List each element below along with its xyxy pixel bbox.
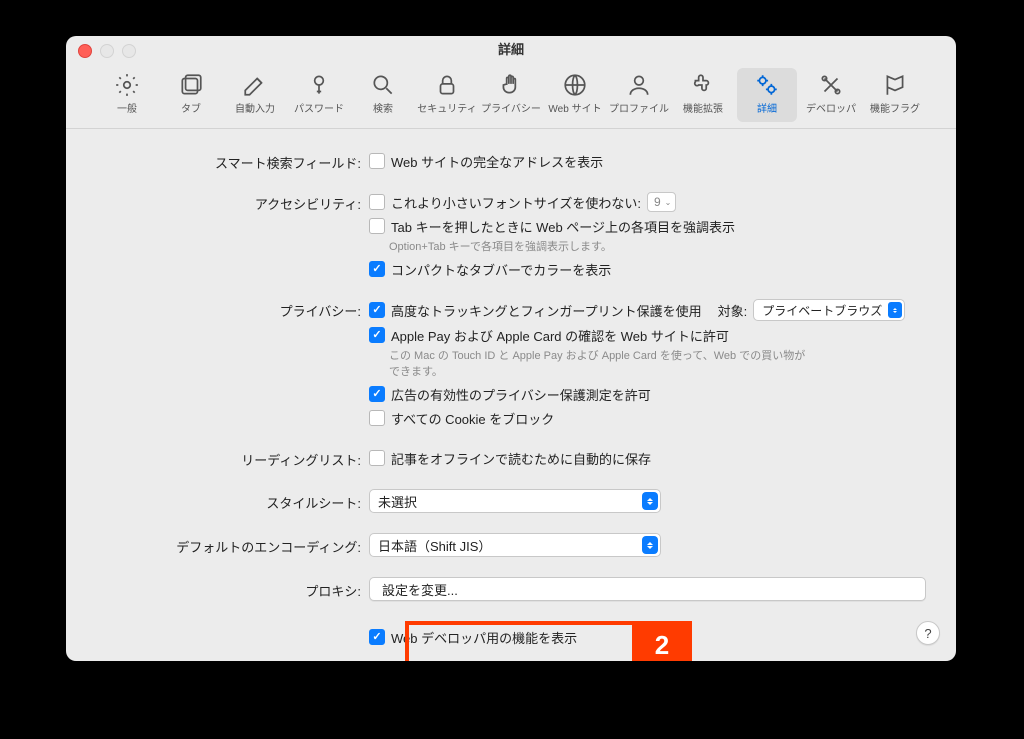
apple-pay-hint: この Mac の Touch ID と Apple Pay および Apple … — [369, 349, 809, 380]
accessibility-label: アクセシビリティ: — [96, 192, 369, 213]
stylesheet-value: 未選択 — [378, 492, 417, 511]
tools-icon — [818, 72, 844, 98]
gear-icon — [114, 72, 140, 98]
person-icon — [626, 72, 652, 98]
globe-icon — [562, 72, 588, 98]
minimize-button[interactable] — [100, 44, 114, 58]
min-font-checkbox[interactable] — [369, 194, 385, 210]
ad-measurement-label: 広告の有効性のプライバシー保護測定を許可 — [391, 385, 651, 404]
stylesheet-select[interactable]: 未選択 — [369, 489, 661, 513]
tracking-scope-value: プライベートブラウズ — [762, 302, 882, 319]
updown-icon — [888, 302, 902, 318]
close-button[interactable] — [78, 44, 92, 58]
tab-label: セキュリティ — [417, 100, 476, 115]
encoding-label: デフォルトのエンコーディング: — [96, 533, 369, 556]
help-button[interactable]: ? — [916, 621, 940, 645]
tab-highlight-checkbox[interactable] — [369, 218, 385, 234]
hand-icon — [498, 72, 524, 98]
ad-measurement-checkbox[interactable] — [369, 386, 385, 402]
tab-label: 検索 — [373, 100, 393, 115]
show-develop-label: Web デベロッパ用の機能を表示 — [391, 628, 577, 647]
change-proxy-button[interactable]: 設定を変更... — [369, 577, 926, 601]
full-address-checkbox[interactable] — [369, 153, 385, 169]
encoding-value: 日本語（Shift JIS） — [378, 536, 491, 555]
key-icon — [306, 72, 332, 98]
tab-highlight-hint: Option+Tab キーで各項目を強調表示します。 — [369, 240, 809, 255]
lock-icon — [434, 72, 460, 98]
tab-label: 機能フラグ — [870, 100, 920, 115]
tab-search[interactable]: 検索 — [353, 68, 413, 122]
privacy-label: プライバシー: — [96, 299, 369, 320]
help-icon: ? — [924, 626, 931, 641]
tab-label: Web サイト — [548, 100, 601, 115]
change-proxy-button-label: 設定を変更... — [382, 580, 458, 599]
show-develop-checkbox[interactable] — [369, 629, 385, 645]
tab-label: タブ — [181, 100, 201, 115]
tab-flags[interactable]: 機能フラグ — [865, 68, 925, 122]
save-offline-label: 記事をオフラインで読むために自動的に保存 — [391, 449, 651, 468]
preferences-toolbar: 一般 タブ 自動入力 パスワード 検索 セキュリティ — [66, 64, 956, 129]
tab-label: 自動入力 — [235, 100, 275, 115]
window-title: 詳細 — [498, 42, 524, 57]
search-icon — [370, 72, 396, 98]
content-area: スマート検索フィールド: Web サイトの完全なアドレスを表示 アクセシビリティ… — [66, 129, 956, 661]
save-offline-checkbox[interactable] — [369, 450, 385, 466]
scope-label: 対象: — [718, 301, 748, 320]
stylesheet-label: スタイルシート: — [96, 489, 369, 512]
gears-icon — [754, 72, 780, 98]
tab-profiles[interactable]: プロファイル — [609, 68, 669, 122]
pencil-icon — [242, 72, 268, 98]
updown-icon — [642, 536, 658, 554]
updown-icon — [642, 492, 658, 510]
smart-search-label: スマート検索フィールド: — [96, 151, 369, 172]
chevron-down-icon: ⌄ — [665, 198, 672, 207]
proxies-label: プロキシ: — [96, 577, 369, 600]
tab-label: パスワード — [294, 100, 344, 115]
tabs-icon — [178, 72, 204, 98]
tab-developer[interactable]: デベロッパ — [801, 68, 861, 122]
tracking-scope-select[interactable]: プライベートブラウズ — [753, 299, 905, 321]
tab-tabs[interactable]: タブ — [161, 68, 221, 122]
flag-icon — [882, 72, 908, 98]
min-font-size-value: 9 — [654, 195, 661, 209]
tracking-protection-checkbox[interactable] — [369, 302, 385, 318]
tab-label: 詳細 — [757, 100, 777, 115]
tab-label: 一般 — [117, 100, 137, 115]
tab-highlight-label: Tab キーを押したときに Web ページ上の各項目を強調表示 — [391, 217, 735, 236]
tab-label: プロファイル — [609, 100, 669, 115]
puzzle-icon — [690, 72, 716, 98]
tab-label: 機能拡張 — [683, 100, 723, 115]
tab-label: プライバシー — [481, 100, 541, 115]
min-font-label: これより小さいフォントサイズを使わない: — [391, 193, 641, 212]
preferences-window: 詳細 一般 タブ 自動入力 パスワード 検索 — [66, 36, 956, 661]
block-cookies-checkbox[interactable] — [369, 410, 385, 426]
apple-pay-label: Apple Pay および Apple Card の確認を Web サイトに許可 — [391, 326, 729, 345]
block-cookies-label: すべての Cookie をブロック — [391, 409, 554, 428]
apple-pay-checkbox[interactable] — [369, 327, 385, 343]
tab-advanced[interactable]: 詳細 — [737, 68, 797, 122]
window-controls — [78, 44, 136, 58]
tab-security[interactable]: セキュリティ — [417, 68, 477, 122]
tab-passwords[interactable]: パスワード — [289, 68, 349, 122]
tab-extensions[interactable]: 機能拡張 — [673, 68, 733, 122]
tab-autofill[interactable]: 自動入力 — [225, 68, 285, 122]
compact-color-checkbox[interactable] — [369, 261, 385, 277]
tab-general[interactable]: 一般 — [97, 68, 157, 122]
full-address-label: Web サイトの完全なアドレスを表示 — [391, 152, 603, 171]
tab-websites[interactable]: Web サイト — [545, 68, 605, 122]
encoding-select[interactable]: 日本語（Shift JIS） — [369, 533, 661, 557]
min-font-size-select[interactable]: 9 ⌄ — [647, 192, 676, 212]
tracking-protection-label: 高度なトラッキングとフィンガープリント保護を使用 — [391, 301, 702, 320]
zoom-button[interactable] — [122, 44, 136, 58]
titlebar: 詳細 — [66, 36, 956, 64]
compact-color-label: コンパクトなタブバーでカラーを表示 — [391, 260, 611, 279]
tab-privacy[interactable]: プライバシー — [481, 68, 541, 122]
reading-list-label: リーディングリスト: — [96, 448, 369, 469]
tab-label: デベロッパ — [806, 100, 856, 115]
